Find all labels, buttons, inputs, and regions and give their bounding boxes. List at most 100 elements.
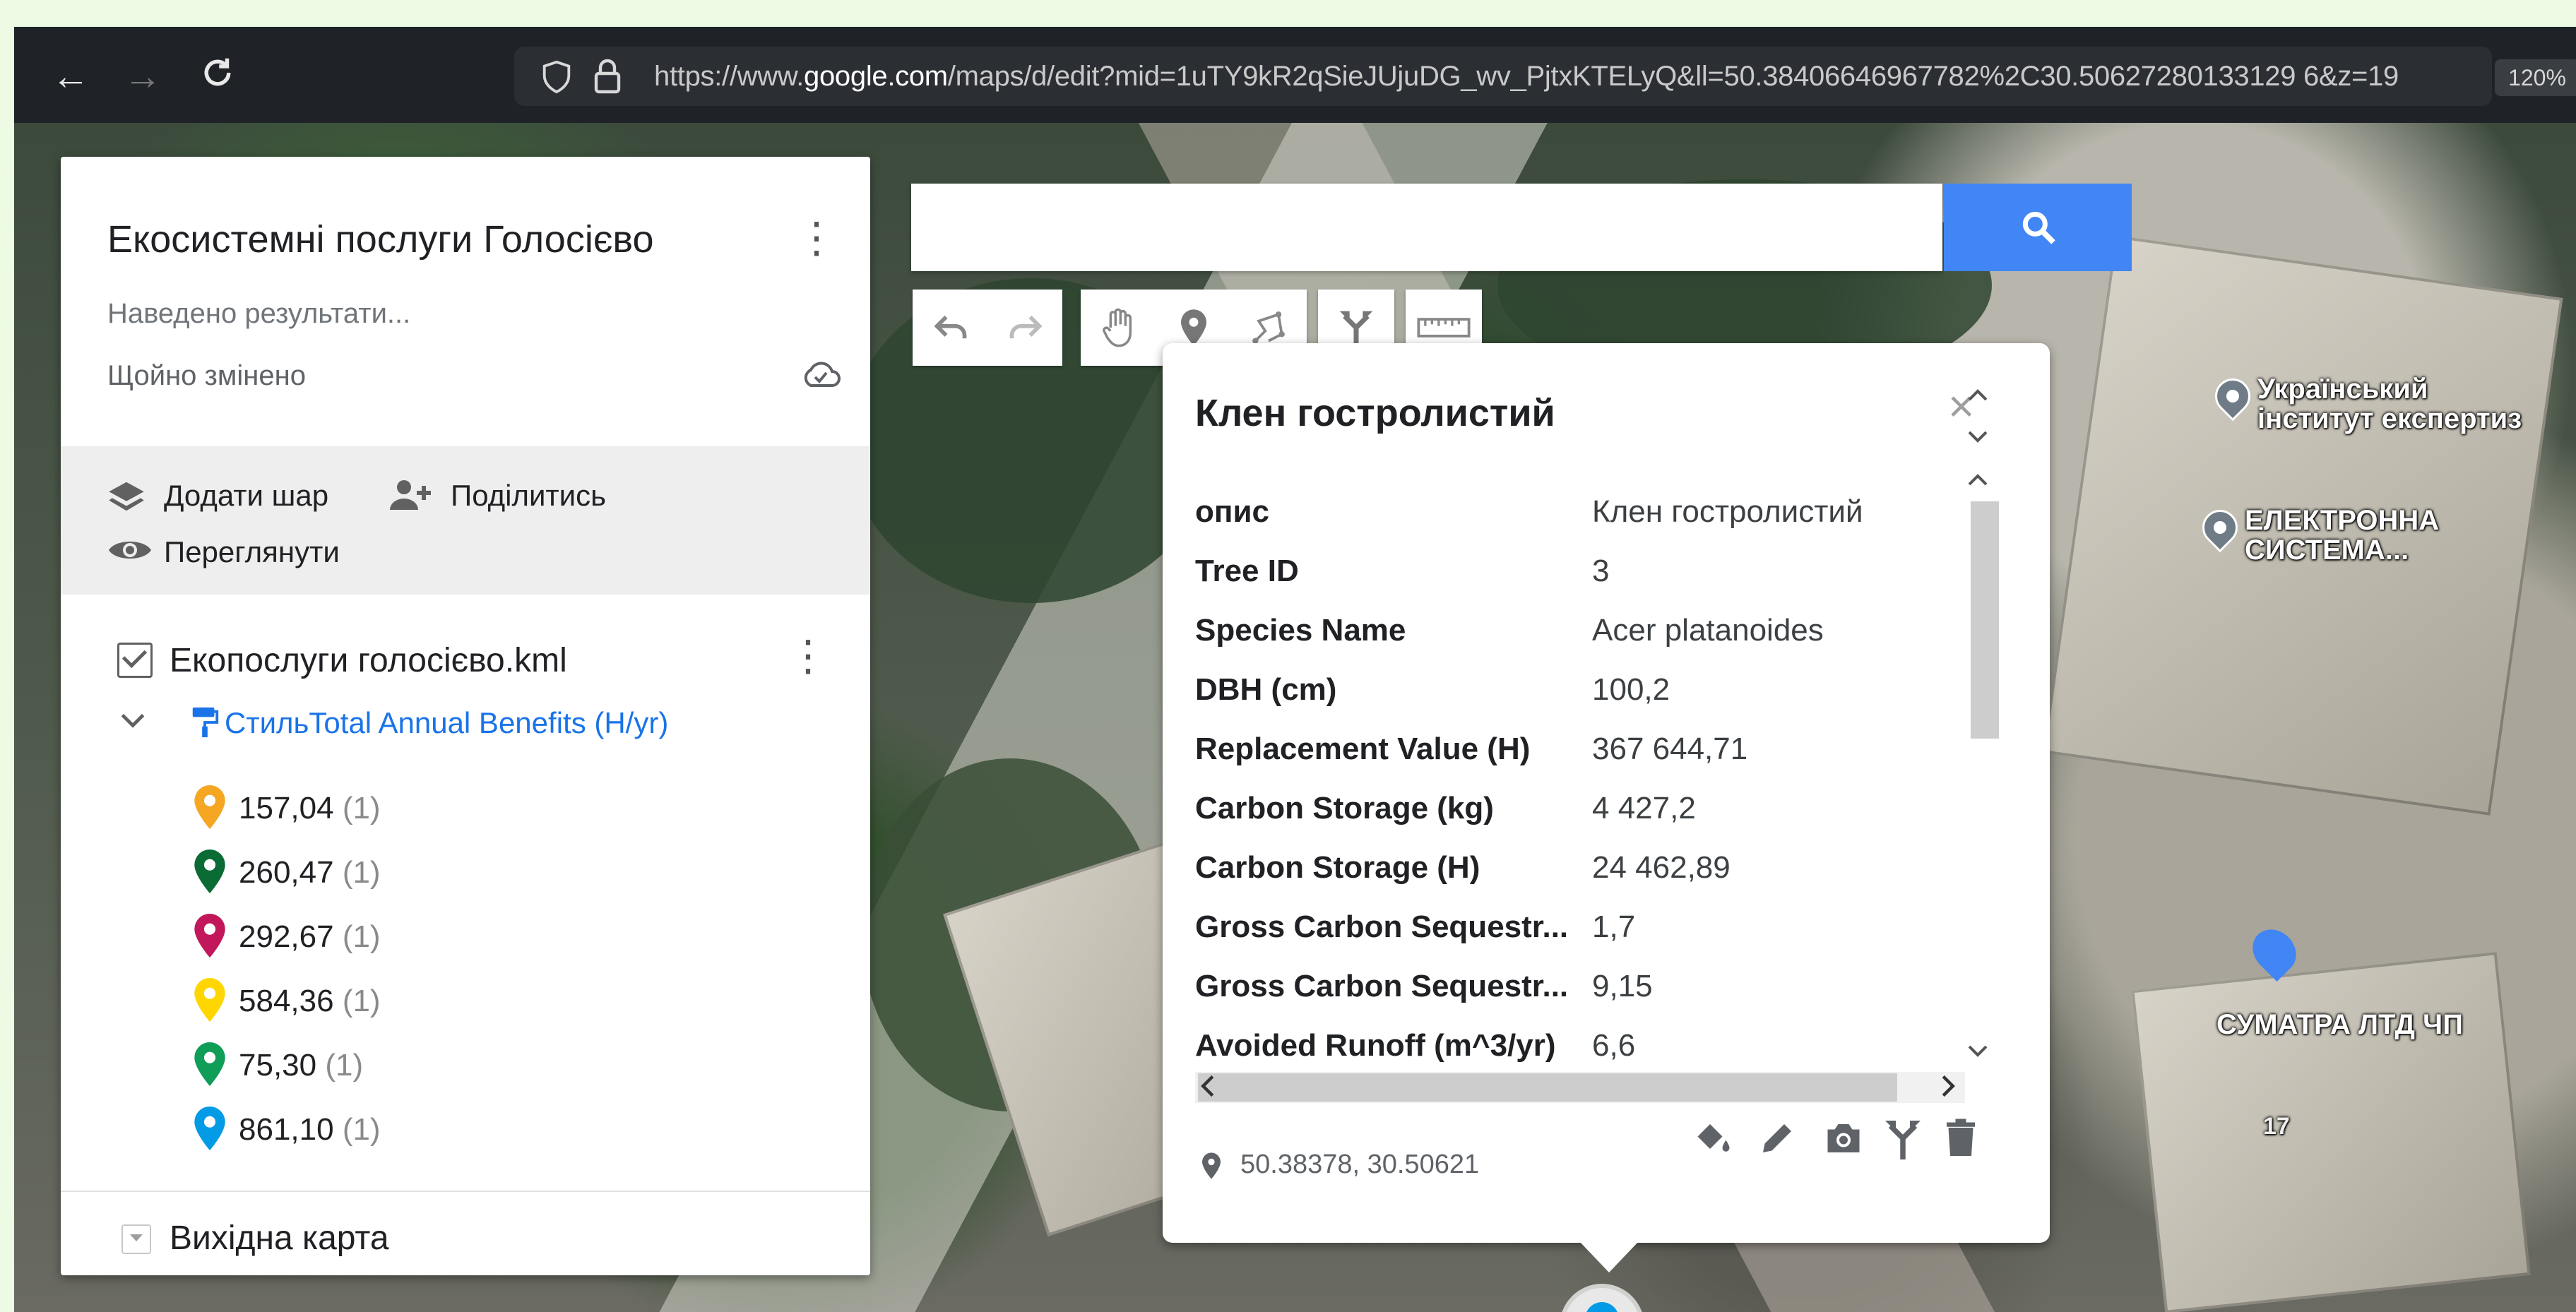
edit-button[interactable]: [1756, 1117, 1798, 1159]
reload-icon[interactable]: [195, 54, 240, 99]
undo-button[interactable]: [913, 290, 989, 366]
map-actions: Додати шар Поділитись Переглянути: [61, 446, 870, 595]
search-icon: [2022, 211, 2055, 244]
map-pin-icon: [194, 1107, 225, 1150]
map-sidebar: Екосистемні послуги Голосієво ⋮ Наведено…: [61, 157, 870, 1275]
attribute-row: Carbon Storage (kg) 4 427,2: [1195, 781, 1965, 840]
zoom-level[interactable]: 120%: [2495, 59, 2576, 96]
lock-icon[interactable]: [593, 58, 622, 95]
map-title[interactable]: Екосистемні послуги Голосієво: [107, 217, 653, 261]
horizontal-scrollbar-thumb[interactable]: [1198, 1073, 1897, 1102]
add-layer-button[interactable]: Додати шар: [164, 479, 328, 513]
attribute-key: Carbon Storage (H): [1195, 850, 1480, 885]
attribute-value: 6,6: [1592, 1028, 1636, 1063]
attribute-row: Tree ID 3: [1195, 544, 1965, 603]
directions-icon: [1339, 311, 1373, 347]
legend-label: 260,47 (1): [239, 855, 381, 890]
arrow-right-icon[interactable]: →: [120, 54, 165, 99]
trash-icon: [1947, 1119, 1975, 1156]
delete-button[interactable]: [1940, 1117, 1982, 1159]
shield-icon[interactable]: [540, 59, 574, 95]
attribute-row: Avoided Runoff (m^3/yr) 6,6: [1195, 1018, 1965, 1078]
attribute-key: Replacement Value (H): [1195, 732, 1531, 766]
base-map-toggle[interactable]: [121, 1224, 151, 1254]
hand-tool[interactable]: [1081, 290, 1157, 366]
scroll-up-icon[interactable]: [1966, 467, 1989, 494]
more-vert-icon[interactable]: ⋮: [787, 631, 829, 681]
attribute-value: 9,15: [1592, 969, 1653, 1003]
map-pin-icon: [194, 978, 225, 1022]
legend-label: 75,30 (1): [239, 1048, 364, 1083]
attribute-key: Gross Carbon Sequestr...: [1195, 910, 1569, 944]
browser-toolbar: ← → https://www.google.com/maps/d/edit?m…: [14, 27, 2576, 123]
scroll-right-icon[interactable]: [1940, 1073, 1957, 1105]
paint-bucket-icon: [1697, 1124, 1730, 1152]
attribute-row: опис Клен гостролистий: [1195, 484, 1965, 544]
scroll-down-icon[interactable]: [1966, 1038, 1989, 1064]
attribute-row: Carbon Storage (H) 24 462,89: [1195, 840, 1965, 900]
attribute-value: 3: [1592, 554, 1610, 588]
more-vert-icon[interactable]: ⋮: [795, 213, 838, 263]
layers-icon: [109, 482, 144, 511]
share-button[interactable]: Поділитись: [451, 479, 606, 513]
attribute-key: DBH (cm): [1195, 672, 1337, 707]
eye-icon: [109, 542, 151, 559]
poi-label[interactable]: Український інститут експертиз: [2257, 374, 2522, 434]
layer-name[interactable]: Екопослуги голосієво.kml: [170, 641, 567, 680]
location-pin-icon: [1202, 1152, 1221, 1179]
map-pin-icon: [194, 849, 225, 893]
save-status: Щойно змінено: [107, 360, 306, 391]
attribute-key: Tree ID: [1195, 554, 1299, 588]
search-input[interactable]: [925, 184, 1917, 273]
map-description[interactable]: Наведено результати...: [107, 298, 410, 330]
attribute-row: Species Name Acer platanoides: [1195, 603, 1965, 662]
chevron-down-icon[interactable]: [117, 705, 148, 744]
attribute-row: Replacement Value (H) 367 644,71: [1195, 722, 1965, 781]
preview-button[interactable]: Переглянути: [164, 535, 340, 569]
legend-label: 584,36 (1): [239, 984, 381, 1018]
directions-button[interactable]: [1882, 1117, 1924, 1159]
undo-icon: [934, 315, 967, 339]
ruler-icon: [1417, 318, 1471, 338]
map-pin-icon: [194, 785, 225, 829]
directions-icon: [1885, 1121, 1921, 1159]
hand-icon: [1103, 308, 1132, 347]
poi-label[interactable]: СУМАТРА ЛТД ЧП: [2216, 1010, 2463, 1039]
vertical-scrollbar-thumb[interactable]: [1971, 501, 1999, 739]
attribute-key: Carbon Storage (kg): [1195, 791, 1494, 825]
search-button[interactable]: [1944, 184, 2132, 271]
attribute-value: 1,7: [1592, 910, 1636, 944]
poi-label[interactable]: ЕЛЕКТРОННА СИСТЕМА...: [2245, 506, 2439, 565]
scroll-left-icon[interactable]: [1199, 1073, 1216, 1105]
style-link[interactable]: СтильTotal Annual Benefits (H/yr): [225, 706, 668, 740]
attribute-value: Acer platanoides: [1592, 613, 1824, 648]
style-button[interactable]: [1692, 1117, 1735, 1159]
attribute-key: Avoided Runoff (m^3/yr): [1195, 1028, 1556, 1063]
attribute-row: Gross Carbon Sequestr... 9,15: [1195, 959, 1965, 1018]
attribute-key: опис: [1195, 494, 1269, 529]
legend-label: 157,04 (1): [239, 791, 381, 825]
pencil-icon: [1763, 1124, 1791, 1152]
polyline-icon: [1252, 311, 1285, 344]
base-map-label[interactable]: Вихідна карта: [170, 1219, 389, 1258]
url-text[interactable]: https://www.google.com/maps/d/edit?mid=1…: [654, 61, 2399, 93]
scroll-up-icon[interactable]: [1966, 383, 1989, 409]
attribute-value: 100,2: [1592, 672, 1670, 707]
scroll-down-icon[interactable]: [1966, 424, 1989, 450]
attribute-row: Gross Carbon Sequestr... 1,7: [1195, 900, 1965, 959]
legend-label: 292,67 (1): [239, 919, 381, 954]
feature-title: Клен гостролистий: [1195, 392, 1555, 434]
arrow-left-icon[interactable]: ←: [48, 54, 93, 99]
redo-icon: [1009, 315, 1043, 339]
map-pin-icon: [194, 1042, 225, 1086]
search-box[interactable]: [911, 184, 1942, 273]
attribute-key: Gross Carbon Sequestr...: [1195, 969, 1569, 1003]
add-photo-button[interactable]: [1822, 1117, 1865, 1159]
map-pin-icon: [1578, 1295, 1626, 1312]
layer-visibility-checkbox[interactable]: [117, 643, 153, 678]
attribute-key: Species Name: [1195, 613, 1406, 648]
redo-button[interactable]: [987, 290, 1064, 366]
address-bar[interactable]: https://www.google.com/maps/d/edit?mid=1…: [514, 47, 2492, 106]
attribute-value: 24 462,89: [1592, 850, 1731, 885]
feature-info-window: Клен гостролистий × опис Клен гостролисти…: [1163, 343, 2050, 1272]
